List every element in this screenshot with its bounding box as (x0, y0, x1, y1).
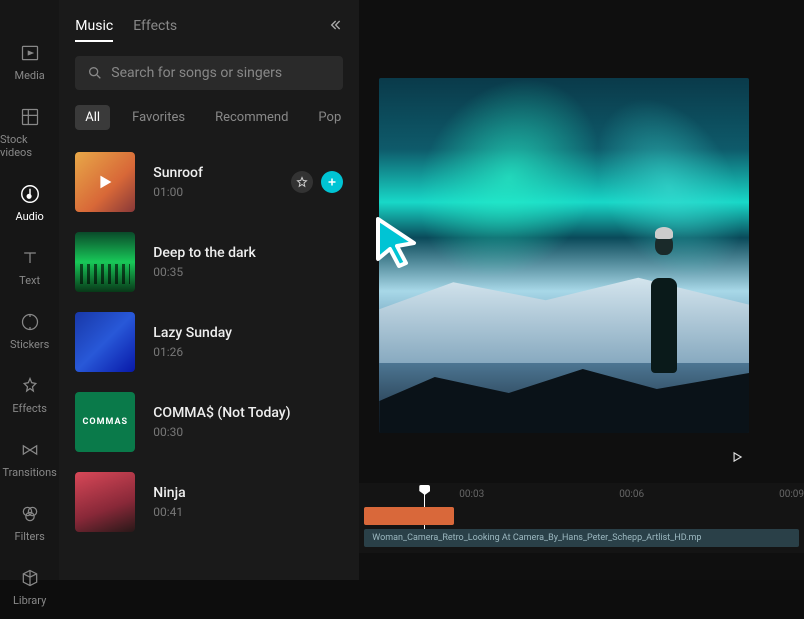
time-tick: 00:09 (779, 489, 804, 500)
nav-label: Text (19, 274, 40, 287)
time-tick: 00:03 (459, 489, 484, 500)
nav-library[interactable]: Library (0, 555, 59, 619)
filter-pop[interactable]: Pop (310, 105, 349, 130)
track-thumbnail[interactable]: COMMAS (75, 392, 135, 452)
track-duration: 00:30 (153, 425, 290, 439)
tab-effects[interactable]: Effects (133, 12, 177, 42)
plus-icon (326, 176, 338, 188)
stickers-icon (19, 311, 41, 333)
filter-favorites[interactable]: Favorites (124, 105, 193, 130)
filters-row: All Favorites Recommend Pop (59, 100, 359, 142)
track-duration: 01:00 (153, 185, 203, 199)
track-item[interactable]: Deep to the dark 00:35 (75, 222, 343, 302)
add-track-button[interactable] (321, 171, 343, 193)
nav-rail: Media Stock videos Audio Text Stickers (0, 0, 59, 580)
track-title: Sunroof (153, 165, 203, 181)
tab-music[interactable]: Music (75, 12, 113, 42)
nav-media[interactable]: Media (0, 30, 59, 94)
favorite-button[interactable] (291, 171, 313, 193)
effects-icon (19, 375, 41, 397)
nav-text[interactable]: Text (0, 235, 59, 299)
timeline-clip-label[interactable]: Woman_Camera_Retro_Looking At Camera_By_… (364, 529, 799, 547)
track-title: Deep to the dark (153, 245, 256, 261)
collapse-panel-icon[interactable] (327, 17, 343, 37)
nav-transitions[interactable]: Transitions (0, 427, 59, 491)
search-icon (87, 65, 103, 81)
nav-label: Stock videos (0, 133, 59, 159)
track-item[interactable]: COMMAS COMMA$ (Not Today) 00:30 (75, 382, 343, 462)
preview-controls (359, 433, 804, 483)
nav-label: Audio (15, 210, 43, 223)
nav-label: Filters (15, 530, 45, 543)
track-item[interactable]: Sunroof 01:00 (75, 142, 343, 222)
nav-label: Transitions (2, 466, 56, 479)
track-item[interactable]: Ninja 00:41 (75, 462, 343, 542)
media-icon (19, 42, 41, 64)
track-duration: 01:26 (153, 345, 232, 359)
nav-stock-videos[interactable]: Stock videos (0, 94, 59, 171)
nav-stickers[interactable]: Stickers (0, 299, 59, 363)
track-thumbnail[interactable] (75, 312, 135, 372)
timeline-clip-video[interactable] (364, 507, 454, 525)
filter-all[interactable]: All (75, 105, 110, 130)
tabs-row: Music Effects (59, 0, 359, 42)
transitions-icon (19, 439, 41, 461)
media-panel: Music Effects All Favorites Recommend Po… (59, 0, 359, 580)
track-duration: 00:41 (153, 505, 185, 519)
track-title: COMMA$ (Not Today) (153, 405, 290, 421)
library-icon (19, 567, 41, 589)
play-button[interactable] (730, 449, 744, 468)
track-thumbnail[interactable] (75, 232, 135, 292)
nav-label: Stickers (10, 338, 49, 351)
nav-filters[interactable]: Filters (0, 491, 59, 555)
star-icon (296, 176, 308, 188)
stock-icon (19, 106, 41, 128)
filter-recommend[interactable]: Recommend (207, 105, 296, 130)
nav-label: Library (13, 594, 46, 607)
play-icon (94, 171, 116, 193)
search-input[interactable] (111, 65, 331, 81)
filters-icon (19, 503, 41, 525)
nav-label: Media (14, 69, 44, 82)
nav-audio[interactable]: Audio (0, 171, 59, 235)
preview-canvas[interactable] (379, 78, 749, 433)
timeline[interactable]: 00:03 00:06 00:09 Woman_Camera_Retro_Loo… (359, 483, 804, 553)
play-icon (730, 450, 744, 464)
track-thumbnail[interactable] (75, 472, 135, 532)
track-thumbnail[interactable] (75, 152, 135, 212)
time-tick: 00:06 (619, 489, 644, 500)
preview-area: 00:03 00:06 00:09 Woman_Camera_Retro_Loo… (359, 0, 804, 580)
track-title: Ninja (153, 485, 185, 501)
track-duration: 00:35 (153, 265, 256, 279)
track-item[interactable]: Lazy Sunday 01:26 (75, 302, 343, 382)
audio-icon (19, 183, 41, 205)
text-icon (19, 247, 41, 269)
track-title: Lazy Sunday (153, 325, 232, 341)
search-box[interactable] (75, 56, 343, 90)
nav-effects[interactable]: Effects (0, 363, 59, 427)
time-ruler: 00:03 00:06 00:09 (364, 483, 804, 500)
nav-label: Effects (12, 402, 47, 415)
track-list[interactable]: Sunroof 01:00 Deep to the dark 00:35 (59, 142, 359, 580)
